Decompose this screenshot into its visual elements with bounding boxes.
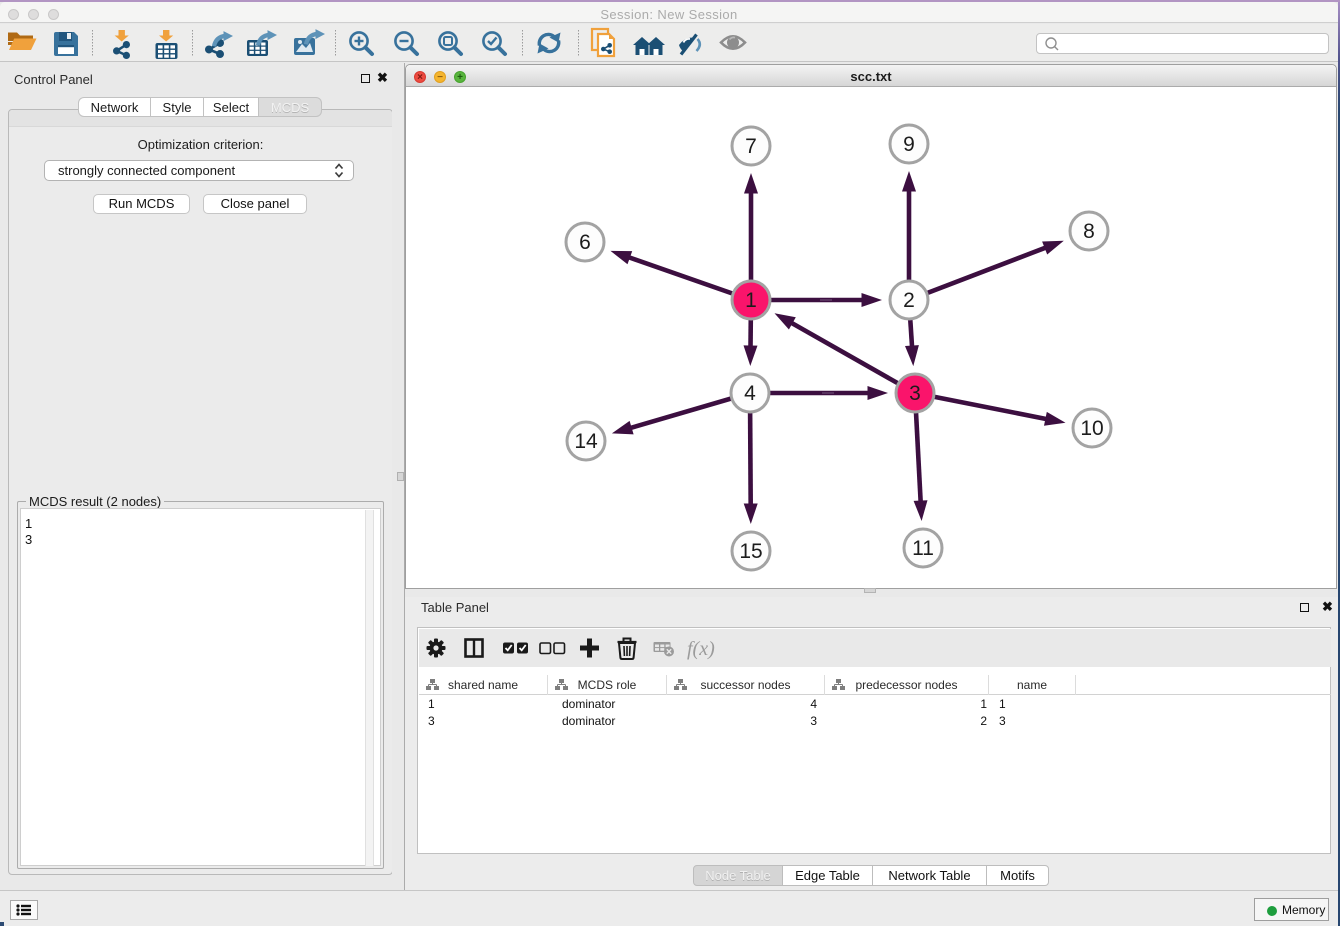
svg-text:2: 2 (903, 289, 915, 312)
svg-text:1: 1 (745, 289, 757, 312)
svg-text:4: 4 (744, 382, 756, 405)
svg-text:8: 8 (1083, 220, 1095, 243)
svg-text:f(x): f(x) (687, 638, 715, 660)
svg-text:10: 10 (1080, 417, 1103, 440)
svg-text:6: 6 (579, 231, 591, 254)
svg-text:15: 15 (739, 540, 762, 563)
svg-text:3: 3 (909, 382, 921, 405)
svg-text:9: 9 (903, 133, 915, 156)
svg-text:11: 11 (912, 537, 934, 560)
svg-text:14: 14 (574, 430, 598, 453)
svg-text:7: 7 (745, 135, 757, 158)
